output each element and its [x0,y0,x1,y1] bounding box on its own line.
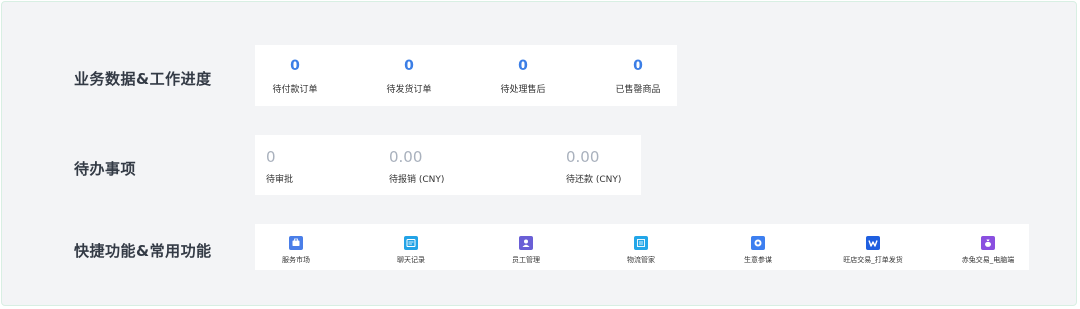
todo-value: 0.00 [389,148,423,166]
stat-label: 已售罄商品 [615,85,661,95]
todo-pending-repayment[interactable]: 0.00 待还款 (CNY) [566,135,636,195]
quick-business-advisor[interactable]: 生意参谋 [703,224,813,270]
stat-value: 0 [290,58,300,74]
todo-card: 0 待审批 0.00 待报销 (CNY) 0.00 待还款 (CNY) [255,135,641,195]
business-data-card: 0 待付款订单 0 待发货订单 0 待处理售后 0 已售罄商品 [255,45,677,106]
stat-pending-aftersale[interactable]: 0 待处理售后 [473,45,573,106]
quick-label: 服务市场 [282,256,310,264]
stat-pending-shipment[interactable]: 0 待发货订单 [359,45,459,106]
quick-chat-record[interactable]: 聊天记录 [356,224,466,270]
todo-label: 待报销 (CNY) [389,175,445,185]
quick-logistics[interactable]: 物流管家 [586,224,696,270]
logistics-icon [634,236,648,250]
quick-employee-management[interactable]: 员工管理 [471,224,581,270]
quick-label: 聊天记录 [397,256,425,264]
section-title-quick: 快捷功能&常用功能 [74,242,212,260]
store-icon [289,236,303,250]
employee-icon [519,236,533,250]
todo-pending-approval[interactable]: 0 待审批 [266,135,366,195]
stat-value: 0 [404,58,414,74]
quick-wangdian-shipping[interactable]: 旺店交易_打单发货 [818,224,928,270]
quick-label: 生意参谋 [744,256,772,264]
quick-label: 员工管理 [512,256,540,264]
todo-value: 0 [266,148,276,166]
stat-value: 0 [518,58,528,74]
stat-value: 0 [633,58,643,74]
w-logo-icon [866,236,880,250]
quick-label: 旺店交易_打单发货 [843,256,903,264]
stat-label: 待处理售后 [500,85,546,95]
quick-service-market[interactable]: 服务市场 [241,224,351,270]
stat-label: 待发货订单 [386,85,432,95]
quick-chitu-desktop[interactable]: 赤兔交易_电脑端 [933,224,1043,270]
todo-label: 待还款 (CNY) [566,175,622,185]
quick-label: 赤兔交易_电脑端 [961,256,1015,264]
stat-pending-payment[interactable]: 0 待付款订单 [245,45,345,106]
advisor-icon [751,236,765,250]
stat-sold-out[interactable]: 0 已售罄商品 [588,45,688,106]
chat-record-icon [404,236,418,250]
todo-label: 待审批 [266,175,294,185]
money-bag-icon [981,236,995,250]
dashboard-panel: 业务数据&工作进度 0 待付款订单 0 待发货订单 0 待处理售后 0 已售罄商… [1,1,1077,306]
section-title-business: 业务数据&工作进度 [74,70,212,88]
stat-label: 待付款订单 [272,85,318,95]
section-title-todo: 待办事项 [74,160,137,178]
todo-value: 0.00 [566,148,600,166]
quick-functions-card: 服务市场 聊天记录 员工管理 物流管家 生意参谋 旺店交易_打单发货 赤兔交易_… [255,224,1029,270]
todo-pending-reimbursement[interactable]: 0.00 待报销 (CNY) [389,135,539,195]
quick-label: 物流管家 [627,256,655,264]
